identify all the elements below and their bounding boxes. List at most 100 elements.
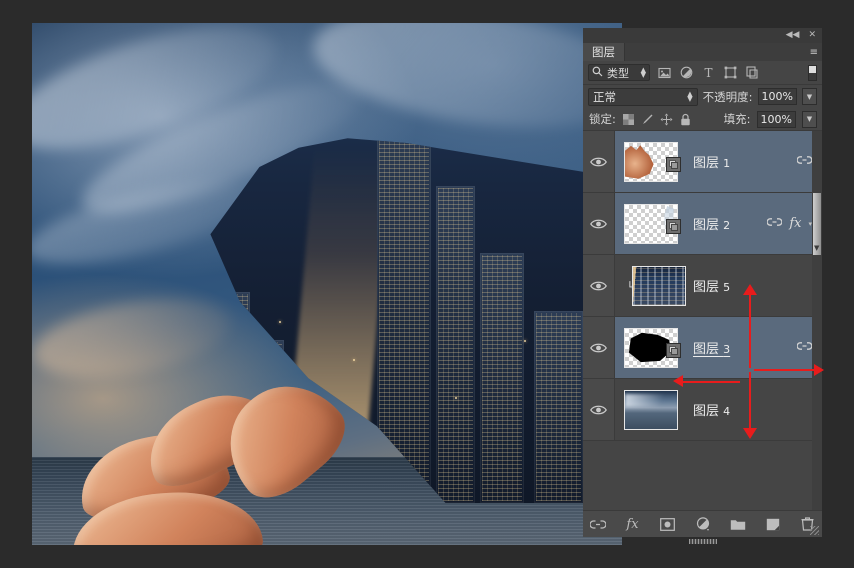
layer-visibility-toggle-2[interactable] bbox=[583, 193, 615, 254]
layer-filter-row: 类型 ▲ ▼ T bbox=[583, 61, 822, 85]
lock-transparency-icon[interactable] bbox=[622, 113, 635, 126]
lock-label: 锁定: bbox=[589, 112, 616, 126]
layer-name-3[interactable]: 图层 3 bbox=[687, 338, 797, 357]
blend-mode-select[interactable]: 正常 ▲ ▼ bbox=[588, 87, 698, 106]
new-group-button[interactable] bbox=[729, 516, 746, 533]
filter-kind-stepper[interactable]: ▲ ▼ bbox=[641, 66, 646, 78]
close-icon[interactable]: ✕ bbox=[808, 31, 816, 40]
lock-image-icon[interactable] bbox=[641, 113, 654, 126]
building bbox=[479, 253, 524, 503]
fill-input[interactable]: 100% bbox=[756, 110, 796, 128]
filter-shape-icon[interactable] bbox=[723, 65, 738, 80]
blend-mode-stepper[interactable]: ▲ ▼ bbox=[687, 90, 692, 102]
fill-caret-icon[interactable]: ▼ bbox=[802, 110, 817, 128]
layer-thumbnail-wrap-4 bbox=[615, 389, 687, 430]
scroll-caret-icon: ▼ bbox=[814, 244, 820, 252]
layer-thumbnail-4[interactable] bbox=[624, 389, 678, 430]
layer-style-fx-button[interactable]: fx bbox=[624, 516, 641, 533]
layer-name-text: 图层 bbox=[693, 280, 720, 295]
layer-thumbnail-5[interactable] bbox=[632, 265, 686, 306]
filter-type-icon[interactable]: T bbox=[701, 65, 716, 80]
fill-label: 填充: bbox=[723, 112, 751, 126]
layer-name-number: 3 bbox=[723, 343, 731, 356]
layer-row-4[interactable]: 图层 4 bbox=[583, 379, 822, 441]
lock-row: 锁定: 填充: 100% ▼ bbox=[583, 108, 822, 131]
tab-layers[interactable]: 图层 bbox=[583, 43, 625, 61]
layer-name-number: 1 bbox=[723, 157, 731, 170]
svg-text:T: T bbox=[704, 66, 712, 79]
layer-name-2[interactable]: 图层 2 bbox=[687, 214, 767, 233]
layer-name-number: 5 bbox=[723, 281, 731, 294]
layer-visibility-toggle-5[interactable] bbox=[583, 255, 615, 316]
layer-thumbnail-wrap-5: ↳ bbox=[615, 265, 687, 306]
layer-name-1[interactable]: 图层 1 bbox=[687, 152, 797, 171]
layer-thumbnail-art bbox=[625, 145, 654, 179]
lock-position-icon[interactable] bbox=[660, 113, 673, 126]
collapse-double-arrow-icon[interactable]: ◀◀ bbox=[786, 31, 800, 40]
search-icon bbox=[592, 66, 603, 80]
blend-mode-row: 正常 ▲ ▼ 不透明度: 100% ▼ bbox=[583, 85, 822, 108]
annotation-arrow-left-head bbox=[673, 375, 683, 387]
layers-bottom-toolbar[interactable]: fx bbox=[583, 510, 822, 544]
annotation-vertical-up-line bbox=[749, 293, 751, 368]
filter-enable-toggle[interactable] bbox=[808, 64, 817, 81]
annotation-arrow-right-head bbox=[814, 364, 824, 376]
layer-thumbnail-wrap-3 bbox=[615, 327, 687, 368]
annotation-left-line bbox=[682, 381, 740, 383]
panel-drag-handle[interactable] bbox=[688, 539, 717, 544]
layer-name-number: 4 bbox=[723, 405, 731, 418]
layer-visibility-toggle-1[interactable] bbox=[583, 131, 615, 192]
smart-object-badge-icon bbox=[666, 342, 681, 358]
smart-object-badge-icon bbox=[666, 218, 681, 234]
layer-row-2[interactable]: 图层 2 fx ▾ bbox=[583, 193, 822, 255]
annotation-arrow-up-head bbox=[743, 284, 757, 295]
filter-adjustment-icon[interactable] bbox=[679, 65, 694, 80]
lock-all-icon[interactable] bbox=[679, 113, 692, 126]
layer-link-icon[interactable] bbox=[766, 217, 783, 230]
layer-visibility-toggle-3[interactable] bbox=[583, 317, 615, 378]
layer-link-icon[interactable] bbox=[796, 155, 813, 168]
panel-resize-grip[interactable] bbox=[810, 526, 819, 535]
building bbox=[533, 311, 583, 503]
layer-thumbnail-wrap-2 bbox=[615, 203, 687, 244]
layer-row-5[interactable]: ↳ 图层 5 bbox=[583, 255, 822, 317]
layer-row-1[interactable]: 图层 1 bbox=[583, 131, 822, 193]
annotation-arrow-down-head bbox=[743, 428, 757, 439]
layer-thumbnail-art bbox=[625, 390, 677, 429]
panel-tab-filler: ≡ bbox=[625, 43, 822, 61]
document-canvas[interactable] bbox=[32, 23, 622, 545]
layer-thumbnail-wrap-1 bbox=[615, 141, 687, 182]
layer-name-text: 图层 bbox=[693, 404, 720, 419]
new-layer-button[interactable] bbox=[764, 516, 781, 533]
filter-pixel-icon[interactable] bbox=[657, 65, 672, 80]
opacity-input[interactable]: 100% bbox=[757, 88, 797, 105]
hand-photo bbox=[69, 361, 372, 545]
blend-mode-value: 正常 bbox=[593, 89, 616, 104]
layer-list[interactable]: 图层 1图层 2fx▾↳图层 5图层 3图层 4▼ bbox=[583, 131, 822, 510]
panel-titlebar: ◀◀ ✕ bbox=[583, 28, 822, 43]
filter-kind-select[interactable]: 类型 ▲ ▼ bbox=[588, 64, 650, 81]
new-fill-adjustment-button[interactable] bbox=[694, 516, 711, 533]
panel-menu-icon[interactable]: ≡ bbox=[810, 47, 818, 58]
filter-kind-label: 类型 bbox=[607, 66, 629, 80]
panel-tabbar: 图层 ≡ bbox=[583, 43, 822, 61]
annotation-vertical-down-line bbox=[749, 372, 751, 430]
link-layers-button[interactable] bbox=[589, 516, 606, 533]
layers-panel[interactable]: ◀◀ ✕ 图层 ≡ 类型 ▲ ▼ T 正常 ▲ ▼ 不透明度: 100% ▼ 锁… bbox=[583, 28, 822, 544]
layer-name-text: 图层 bbox=[693, 218, 720, 233]
layer-list-scrollbar-thumb[interactable]: ▼ bbox=[813, 193, 821, 255]
layer-name-number: 2 bbox=[723, 219, 731, 232]
layer-list-scrollbar[interactable]: ▼ bbox=[812, 131, 822, 510]
layer-thumbnail-art bbox=[633, 266, 685, 305]
layer-visibility-toggle-4[interactable] bbox=[583, 379, 615, 440]
opacity-caret-icon[interactable]: ▼ bbox=[802, 88, 817, 105]
layer-fx-icon[interactable]: fx bbox=[789, 216, 801, 231]
smart-object-badge-icon bbox=[666, 156, 681, 172]
layer-link-icon[interactable] bbox=[796, 341, 813, 354]
opacity-label: 不透明度: bbox=[702, 89, 753, 104]
layer-name-text: 图层 bbox=[693, 342, 720, 357]
add-layer-mask-button[interactable] bbox=[659, 516, 676, 533]
filter-smartobject-icon[interactable] bbox=[745, 65, 760, 80]
layer-name-text: 图层 bbox=[693, 156, 720, 171]
annotation-right-line bbox=[754, 369, 817, 371]
